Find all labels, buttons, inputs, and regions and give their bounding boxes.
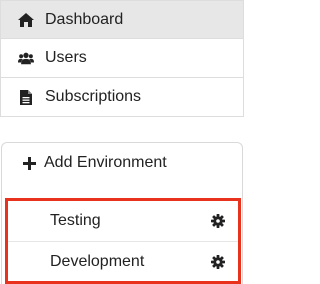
sidebar-item-label: Dashboard <box>45 10 124 28</box>
document-icon <box>18 89 34 105</box>
sidebar-item-subscriptions[interactable]: Subscriptions <box>0 78 244 117</box>
environment-name: Testing <box>50 212 101 229</box>
environments-panel: Add Environment Testing Development <box>1 142 243 284</box>
environment-item-testing[interactable]: Testing <box>8 201 238 241</box>
add-environment-label: Add Environment <box>44 154 167 171</box>
home-icon <box>18 12 34 28</box>
gear-icon[interactable] <box>210 254 226 270</box>
environment-item-development[interactable]: Development <box>8 241 238 281</box>
sidebar-item-label: Subscriptions <box>45 88 142 105</box>
environment-list: Testing Development <box>5 198 241 284</box>
sidebar-item-dashboard[interactable]: Dashboard <box>0 0 244 39</box>
plus-icon <box>22 156 36 170</box>
users-icon <box>18 50 34 66</box>
add-environment-button[interactable]: Add Environment <box>2 143 242 183</box>
sidebar-item-label: Users <box>45 49 87 66</box>
environment-name: Development <box>50 252 145 270</box>
gear-icon[interactable] <box>210 213 226 229</box>
sidebar-nav: Dashboard Users Subscriptions <box>0 0 244 117</box>
sidebar-item-users[interactable]: Users <box>0 39 244 78</box>
